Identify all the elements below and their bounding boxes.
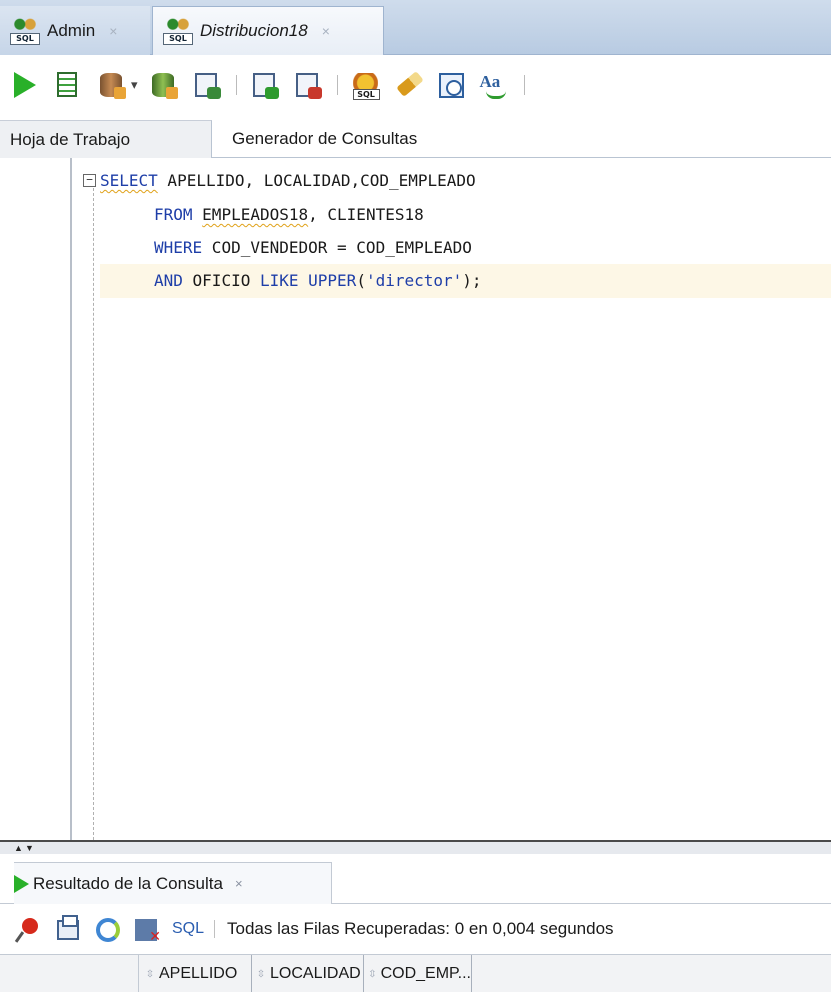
result-tab-label: Resultado de la Consulta (33, 873, 223, 893)
run-statement-button[interactable] (10, 70, 40, 100)
run-result-icon (14, 874, 29, 893)
sql-editor[interactable]: − SELECT APELLIDO, LOCALIDAD,COD_EMPLEAD… (0, 158, 831, 840)
refresh-icon (96, 918, 120, 942)
toolbar-separator (214, 920, 216, 938)
code-token-identifier: ); (462, 271, 482, 290)
tab-admin[interactable]: SQL Admin × (0, 6, 150, 55)
code-token-keyword: LIKE (259, 271, 299, 290)
collapse-up-icon[interactable]: ▲ (14, 844, 23, 853)
clear-eraser-icon (395, 71, 424, 97)
sql-connection-icon: SQL (163, 17, 193, 45)
print-icon (57, 915, 79, 940)
worksheet-tab-bar: Hoja de Trabajo Generador de Consultas (0, 115, 831, 158)
pin-icon (22, 918, 38, 934)
results-tab-bar: Resultado de la Consulta × (0, 854, 831, 904)
fold-toggle-icon[interactable]: − (83, 174, 96, 187)
tab-hoja-de-trabajo[interactable]: Hoja de Trabajo (0, 120, 212, 158)
code-token-identifier: ( (356, 271, 366, 290)
column-header-cod-empleado[interactable]: ⇳ COD_EMP... (364, 955, 472, 992)
panel-splitter[interactable]: ▲ ▼ (0, 840, 831, 854)
sql-connection-icon: SQL (10, 16, 40, 45)
document-tab-bar: SQL Admin × SQL Distribucion18 × (0, 0, 831, 55)
sort-icon: ⇳ (145, 968, 155, 980)
code-line[interactable]: AND OFICIO LIKE UPPER('director'); (154, 264, 482, 298)
toolbar-separator (235, 75, 237, 95)
tab-generador-de-consultas[interactable]: Generador de Consultas (232, 120, 417, 158)
code-token-identifier: EMPLEADOS18 (202, 205, 309, 224)
column-header-apellido[interactable]: ⇳ APELLIDO (138, 955, 252, 992)
freeze-pin-button[interactable] (16, 916, 42, 942)
rollback-button[interactable] (148, 70, 178, 100)
gutter-divider (70, 158, 72, 840)
code-line[interactable]: SELECT APELLIDO, LOCALIDAD,COD_EMPLEADO (100, 164, 476, 198)
column-label: COD_EMP... (380, 965, 471, 982)
toolbar-separator (336, 75, 338, 95)
code-line[interactable]: WHERE COD_VENDEDOR = COD_EMPLEADO (154, 231, 472, 265)
database-refresh-icon (295, 73, 322, 99)
tab-resultado-de-la-consulta[interactable]: Resultado de la Consulta × (14, 862, 332, 904)
code-token-identifier (299, 271, 309, 290)
sql-tuning-icon (352, 73, 380, 100)
code-token-identifier: OFICIO (182, 271, 260, 290)
code-token-keyword: UPPER (308, 271, 357, 290)
code-token-keyword: WHERE (154, 238, 203, 257)
tab-distribucion18-label: Distribucion18 (200, 21, 308, 40)
run-statement-icon (14, 72, 36, 98)
code-token-string: 'director' (365, 271, 463, 290)
column-header-localidad[interactable]: ⇳ LOCALIDAD (252, 955, 364, 992)
tab-admin-label: Admin (47, 20, 96, 40)
close-icon[interactable]: × (235, 876, 243, 891)
fold-guide-line (93, 188, 94, 840)
result-grid-header: ⇳ APELLIDO ⇳ LOCALIDAD ⇳ COD_EMP... (0, 954, 831, 992)
commit-button[interactable] (96, 70, 126, 100)
close-icon[interactable]: × (109, 23, 117, 39)
sql-link[interactable]: SQL (172, 920, 204, 938)
delete-button[interactable] (133, 916, 161, 945)
code-token-identifier: , CLIENTES18 (308, 205, 424, 224)
autotrace-button[interactable] (249, 70, 279, 100)
commit-icon (100, 73, 126, 99)
database-refresh-button[interactable] (292, 70, 322, 100)
run-script-button[interactable] (53, 70, 83, 100)
close-icon[interactable]: × (322, 23, 330, 39)
collapse-down-icon[interactable]: ▼ (25, 844, 34, 853)
sql-history-icon (438, 73, 464, 98)
autotrace-icon (252, 73, 279, 99)
refresh-button[interactable] (94, 916, 120, 942)
run-script-icon (57, 72, 77, 97)
code-token-keyword: SELECT (100, 171, 158, 190)
code-line[interactable]: FROM EMPLEADOS18, CLIENTES18 (154, 198, 424, 232)
sql-history-button[interactable] (436, 70, 466, 100)
rollback-icon (151, 73, 178, 99)
delete-icon (135, 919, 161, 945)
dropdown-caret-icon[interactable]: ▾ (131, 77, 138, 93)
sql-tuning-button[interactable] (350, 70, 380, 100)
tab-distribucion18[interactable]: SQL Distribucion18 × (152, 6, 384, 55)
code-token-identifier: COD_VENDEDOR = COD_EMPLEADO (202, 238, 472, 257)
sort-icon: ⇳ (368, 968, 377, 980)
code-token-keyword: FROM (154, 205, 193, 224)
column-label: LOCALIDAD (270, 965, 361, 982)
print-button[interactable] (55, 915, 81, 942)
worksheet-toolbar: ▾ Aa (0, 55, 831, 115)
toolbar-separator (523, 75, 525, 95)
code-token-identifier (193, 205, 203, 224)
results-toolbar: SQL Todas las Filas Recuperadas: 0 en 0,… (0, 904, 831, 954)
explain-plan-icon (194, 73, 221, 99)
explain-plan-button[interactable] (191, 70, 221, 100)
format-case-button[interactable]: Aa (479, 70, 509, 100)
status-text: Todas las Filas Recuperadas: 0 en 0,004 … (227, 919, 614, 938)
column-label: APELLIDO (159, 965, 238, 982)
format-case-icon: Aa (479, 72, 506, 99)
clear-button[interactable] (393, 70, 424, 100)
sort-icon: ⇳ (256, 968, 266, 980)
code-token-keyword: AND (154, 271, 183, 290)
code-token-identifier: APELLIDO, LOCALIDAD,COD_EMPLEADO (157, 171, 476, 190)
